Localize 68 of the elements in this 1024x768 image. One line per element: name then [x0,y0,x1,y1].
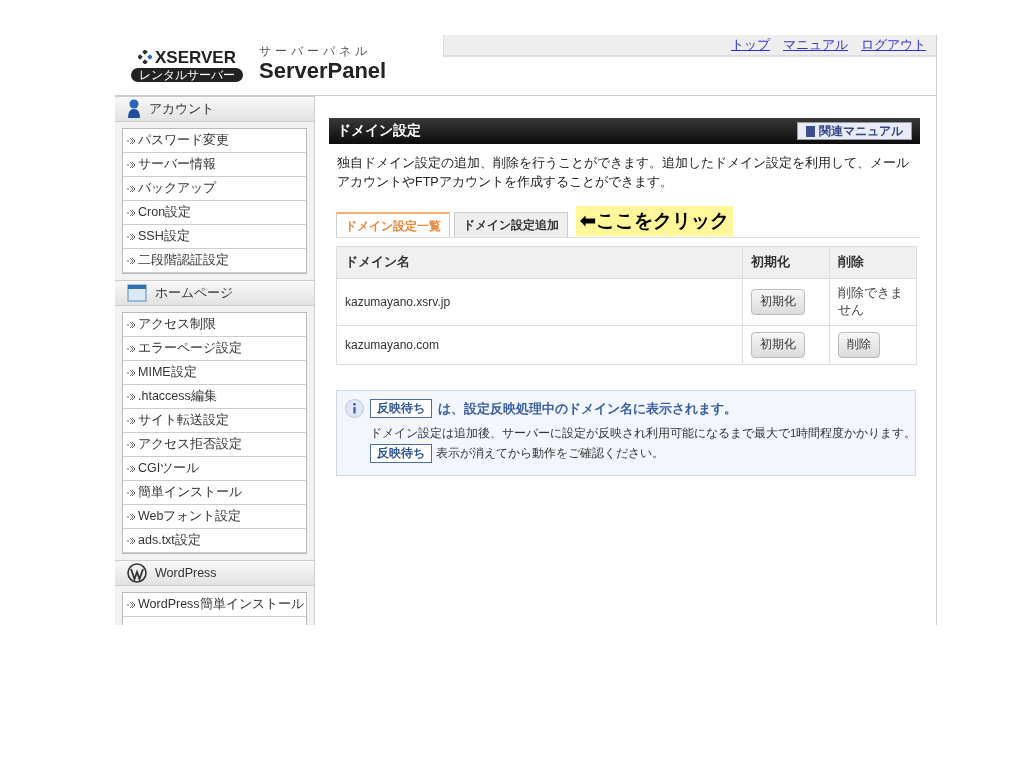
reset-button[interactable]: 初期化 [751,289,805,315]
sidebar-item[interactable]: エラーページ設定 [123,337,306,361]
arrow-icon [127,416,136,425]
wordpress-logo-icon [127,563,147,583]
person-icon [127,99,141,119]
nav-link[interactable]: トップ [731,35,770,55]
arrow-icon [127,536,136,545]
cannot-delete-text: 削除できません [838,285,904,319]
nav-link[interactable]: マニュアル [783,35,848,55]
panel-kana: サーバーパネル [259,45,372,58]
delete-button[interactable]: 削除 [838,332,880,358]
arrow-icon [127,256,136,265]
description: 独自ドメイン設定の追加、削除を行うことができます。追加したドメイン設定を利用して、メールアカウントやFTPアカウントを作成することができます。 [337,155,910,191]
arrow-icon [127,160,136,169]
info-note: 表示が消えてから動作をご確認ください。 [436,445,664,461]
sidebar-item[interactable]: アクセス拒否設定 [123,433,306,457]
page-title: ドメイン設定 [337,121,421,140]
brand-badge: レンタルサーバー [131,67,243,82]
arrow-icon [127,392,136,401]
arrow-icon [127,136,136,145]
domain-cell: kazumayano.xsrv.jp [336,278,743,326]
manual-button[interactable]: 関連マニュアル [797,122,912,140]
book-icon [806,125,815,137]
nav-link[interactable]: ログアウト [861,35,926,55]
reset-button[interactable]: 初期化 [751,332,805,358]
sidebar-item[interactable]: ads.txt設定 [123,529,306,553]
tab[interactable]: ドメイン設定追加 [454,212,568,237]
brand-name: XSERVER [155,48,236,66]
section-title: WordPress [155,564,217,582]
section-title: アカウント [149,100,214,118]
column-header: ドメイン名 [336,246,743,279]
diamond-logo-icon [138,50,152,64]
arrow-icon [127,512,136,521]
domain-cell: kazumayano.com [336,325,743,365]
arrow-icon [127,184,136,193]
sidebar-item[interactable]: サーバー情報 [123,153,306,177]
sidebar-item[interactable]: SSH設定 [123,225,306,249]
sidebar-item[interactable]: バックアップ [123,177,306,201]
sidebar-item[interactable]: アクセス制限 [123,313,306,337]
column-header: 初期化 [742,246,830,279]
arrow-icon [127,600,136,609]
arrow-icon [127,440,136,449]
arrow-icon [127,208,136,217]
arrow-icon [127,320,136,329]
sidebar-item[interactable]: サイト転送設定 [123,409,306,433]
sidebar-item[interactable]: CGIツール [123,457,306,481]
click-here-callout: ⬅ここをクリック [576,206,733,236]
arrow-icon [127,344,136,353]
panel-name: ServerPanel [259,57,387,85]
arrow-icon [127,464,136,473]
info-headline: は、設定反映処理中のドメイン名に表示されます。 [438,400,737,418]
sidebar-item[interactable]: 二段階認証設定 [123,249,306,273]
sidebar-item[interactable]: Cron設定 [123,201,306,225]
sidebar-item[interactable]: Webフォント設定 [123,505,306,529]
column-header: 削除 [829,246,917,279]
status-tag: 反映待ち [370,399,432,419]
window-icon [127,284,147,302]
sidebar-item[interactable]: MIME設定 [123,361,306,385]
section-title: ホームページ [155,284,233,302]
sidebar-item[interactable]: .htaccess編集 [123,385,306,409]
arrow-icon [127,368,136,377]
sidebar-item[interactable]: パスワード変更 [123,129,306,153]
info-icon [345,399,364,419]
info-note: ドメイン設定は追加後、サーバーに設定が反映され利用可能になるまで最大で1時間程度かかります。 [370,425,907,442]
arrow-icon [127,488,136,497]
arrow-icon [127,232,136,241]
sidebar-item[interactable]: 簡単インストール [123,481,306,505]
status-tag: 反映待ち [370,443,432,463]
